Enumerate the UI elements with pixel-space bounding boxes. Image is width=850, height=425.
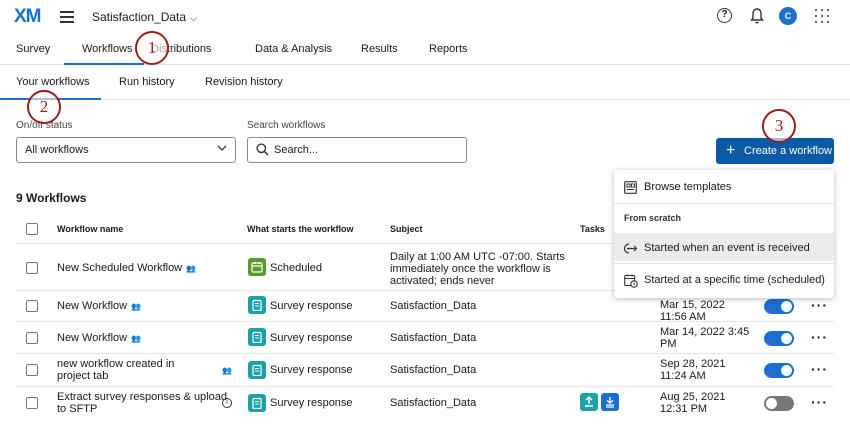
more-options-icon[interactable]: ··· bbox=[811, 394, 828, 410]
event-icon bbox=[623, 242, 638, 255]
tab-reports[interactable]: Reports bbox=[429, 43, 468, 55]
survey-response-icon bbox=[248, 361, 266, 379]
survey-response-icon bbox=[248, 328, 266, 346]
templates-icon bbox=[624, 181, 637, 194]
scheduled-trigger-item[interactable]: Started at a specific time (scheduled) bbox=[614, 274, 834, 288]
tab-revision-history[interactable]: Revision history bbox=[205, 76, 283, 88]
column-header-tasks[interactable]: Tasks bbox=[580, 224, 605, 234]
shared-users-icon: 👥 bbox=[186, 264, 197, 273]
row-checkbox[interactable] bbox=[26, 397, 38, 409]
workflow-toggle[interactable] bbox=[764, 331, 794, 346]
calendar-clock-icon bbox=[624, 274, 638, 288]
browse-templates-label: Browse templates bbox=[644, 181, 732, 193]
secondary-nav: Your workflows Run history Revision hist… bbox=[0, 66, 850, 100]
trigger-label: Survey response bbox=[270, 397, 353, 409]
survey-response-icon bbox=[248, 394, 266, 412]
more-options-icon[interactable]: ··· bbox=[811, 329, 828, 345]
scheduled-trigger-label: Started at a specific time (scheduled) bbox=[644, 274, 825, 286]
search-input[interactable] bbox=[274, 142, 459, 158]
workflow-toggle[interactable] bbox=[764, 363, 794, 378]
workflow-toggle[interactable] bbox=[764, 396, 794, 411]
scheduled-icon bbox=[248, 258, 266, 276]
workflow-subject: Satisfaction_Data bbox=[390, 397, 477, 409]
browse-templates-item[interactable]: Browse templates bbox=[614, 181, 834, 194]
workflow-name[interactable]: New Scheduled Workflow 👥 bbox=[57, 262, 196, 274]
chevron-down-icon: ⌵ bbox=[190, 13, 197, 23]
row-divider bbox=[16, 321, 834, 322]
callout-1: 1 bbox=[135, 31, 169, 65]
workflow-subject: Satisfaction_Data bbox=[390, 364, 477, 376]
shared-users-icon: 👥 bbox=[222, 366, 232, 375]
info-icon[interactable]: i bbox=[218, 397, 232, 409]
upload-task-icon bbox=[580, 393, 598, 411]
active-tab-indicator bbox=[64, 63, 144, 65]
tab-workflows[interactable]: Workflows bbox=[82, 43, 133, 55]
workflow-subject: Daily at 1:00 AM UTC -07:00. Starts imme… bbox=[390, 251, 565, 287]
workflow-subject: Satisfaction_Data bbox=[390, 332, 477, 344]
callout-2: 2 bbox=[27, 90, 61, 124]
bell-icon[interactable] bbox=[749, 7, 765, 25]
xm-logo[interactable]: XM bbox=[14, 6, 41, 28]
workflow-name[interactable]: New Workflow 👥 bbox=[57, 300, 141, 312]
event-trigger-label: Started when an event is received bbox=[644, 242, 810, 254]
event-trigger-item[interactable]: Started when an event is received bbox=[614, 242, 834, 254]
search-box[interactable] bbox=[247, 137, 467, 163]
tab-run-history[interactable]: Run history bbox=[119, 76, 175, 88]
trigger-label: Survey response bbox=[270, 332, 353, 344]
last-modified: Mar 15, 2022 11:56 AM bbox=[660, 299, 725, 323]
tab-data-analysis[interactable]: Data & Analysis bbox=[255, 43, 332, 55]
create-workflow-label: Create a workflow bbox=[744, 145, 833, 157]
top-bar: XM Satisfaction_Data ⌵ ? C bbox=[0, 0, 850, 34]
menu-section-label: From scratch bbox=[624, 213, 682, 223]
search-label: Search workflows bbox=[247, 120, 326, 131]
row-checkbox[interactable] bbox=[26, 364, 38, 376]
avatar[interactable]: C bbox=[779, 7, 797, 25]
workflow-name[interactable]: New Workflow 👥 bbox=[57, 332, 141, 344]
create-workflow-menu: Browse templates From scratch Started wh… bbox=[614, 170, 834, 298]
help-icon[interactable]: ? bbox=[717, 8, 732, 23]
tab-your-workflows[interactable]: Your workflows bbox=[16, 76, 90, 88]
status-filter-select[interactable]: All workflows bbox=[16, 137, 236, 163]
trigger-label: Survey response bbox=[270, 300, 353, 312]
search-icon bbox=[256, 143, 269, 156]
column-header-subject[interactable]: Subject bbox=[390, 224, 423, 234]
row-divider bbox=[16, 353, 834, 354]
project-selector[interactable]: Satisfaction_Data ⌵ bbox=[92, 10, 197, 24]
row-checkbox[interactable] bbox=[26, 300, 38, 312]
workflow-count: 9 Workflows bbox=[16, 191, 87, 205]
workflow-name[interactable]: new workflow created in project tab bbox=[57, 358, 207, 382]
last-modified: Mar 14, 2022 3:45 PM bbox=[660, 326, 750, 350]
workflow-subject: Satisfaction_Data bbox=[390, 300, 477, 312]
more-options-icon[interactable]: ··· bbox=[811, 361, 828, 377]
plus-icon: + bbox=[726, 142, 736, 159]
trigger-label: Survey response bbox=[270, 364, 353, 376]
row-checkbox[interactable] bbox=[26, 332, 38, 344]
menu-divider bbox=[614, 203, 834, 204]
row-checkbox[interactable] bbox=[26, 262, 38, 274]
column-header-trigger[interactable]: What starts the workflow bbox=[247, 224, 354, 234]
select-all-checkbox[interactable] bbox=[26, 223, 38, 235]
trigger-label: Scheduled bbox=[270, 262, 322, 274]
shared-users-icon: 👥 bbox=[131, 334, 142, 343]
last-modified: Aug 25, 2021 12:31 PM bbox=[660, 391, 726, 415]
menu-icon[interactable] bbox=[60, 11, 74, 23]
tab-results[interactable]: Results bbox=[361, 43, 398, 55]
more-options-icon[interactable]: ··· bbox=[811, 297, 828, 313]
shared-users-icon: 👥 bbox=[131, 302, 142, 311]
chevron-down-icon bbox=[217, 143, 227, 156]
project-name: Satisfaction_Data bbox=[92, 10, 187, 24]
primary-nav: Survey Workflows Distributions Data & An… bbox=[0, 35, 850, 65]
last-modified: Sep 28, 2021 11:24 AM bbox=[660, 358, 726, 382]
workflow-name[interactable]: Extract survey responses & upload to SFT… bbox=[57, 391, 227, 415]
status-filter-value: All workflows bbox=[25, 144, 89, 156]
menu-divider bbox=[614, 263, 834, 264]
survey-response-icon bbox=[248, 296, 266, 314]
extract-task-icon bbox=[601, 393, 619, 411]
column-header-name[interactable]: Workflow name bbox=[57, 224, 123, 234]
workflow-toggle[interactable] bbox=[764, 299, 794, 314]
apps-grid-icon[interactable] bbox=[815, 9, 829, 23]
row-divider bbox=[16, 386, 834, 387]
tab-survey[interactable]: Survey bbox=[16, 43, 50, 55]
callout-3: 3 bbox=[762, 109, 796, 143]
